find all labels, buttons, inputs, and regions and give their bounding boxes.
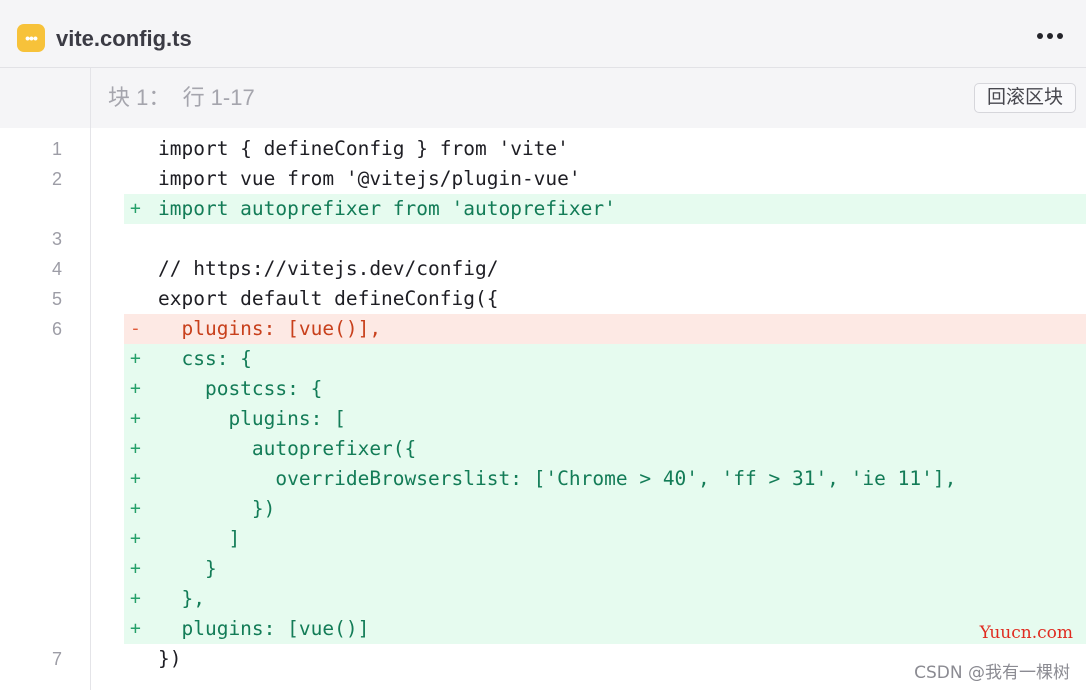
file-header: ••• vite.config.ts [0,0,1086,68]
diff-marker: + [130,558,141,579]
hunk-header: 块 1： 行 1-17 回滚区块 [91,68,1086,128]
code-text: import vue from '@vitejs/plugin-vue' [158,167,581,190]
file-name: vite.config.ts [56,26,192,51]
line-number [0,584,62,614]
code-text: plugins: [vue()] [158,617,370,640]
diff-line-added: + } [0,554,1086,584]
line-number: 2 [51,169,62,189]
diff-marker: - [130,318,141,339]
code-text: }, [158,587,205,610]
diff-line-added: + }, [0,584,1086,614]
line-number: 5 [51,289,62,309]
code-text: }) [158,647,182,670]
diff-line-context: 1 import { defineConfig } from 'vite' [0,134,1086,164]
code-text: import { defineConfig } from 'vite' [158,137,569,160]
code-text: export default defineConfig({ [158,287,499,310]
line-number [0,194,62,224]
line-number [0,524,62,554]
author-watermark: CSDN @我有一棵树 [914,663,1070,683]
line-highlight [124,584,1086,614]
code-text: css: { [158,347,252,370]
diff-marker: + [130,198,141,219]
diff-lines: 1 import { defineConfig } from 'vite' 2 imp… [0,134,1086,674]
line-number [0,344,62,374]
diff-line-removed: 6 - plugins: [vue()], [0,314,1086,344]
hunk-label: 块 1： 行 1-17 [108,85,255,110]
line-number: 4 [51,259,62,279]
diff-line-context: 3 [0,224,1086,254]
diff-line-added: + autoprefixer({ [0,434,1086,464]
line-highlight [124,524,1086,554]
diff-marker: + [130,498,141,519]
line-number [0,494,62,524]
diff-line-added: + postcss: { [0,374,1086,404]
diff-line-added: + css: { [0,344,1086,374]
gutter-hunk-band [0,68,90,128]
line-number [0,614,62,644]
line-number: 1 [51,139,62,159]
more-options-icon[interactable] [1030,22,1070,50]
diff-line-added: + plugins: [vue()] [0,614,1086,644]
revert-hunk-button[interactable]: 回滚区块 [973,83,1076,113]
code-text: plugins: [ [158,407,346,430]
code-text: overrideBrowserslist: ['Chrome > 40', 'f… [158,467,957,490]
diff-line-added: + import autoprefixer from 'autoprefixer' [0,194,1086,224]
line-highlight [124,344,1086,374]
diff-marker: + [130,618,141,639]
diff-marker: + [130,438,141,459]
code-text: ] [158,527,241,550]
diff-marker: + [130,468,141,489]
line-number [0,554,62,584]
diff-line-context: 4 // https://vitejs.dev/config/ [0,254,1086,284]
line-number: 3 [51,229,62,249]
diff-line-added: + plugins: [ [0,404,1086,434]
line-number [0,404,62,434]
code-text: postcss: { [158,377,323,400]
code-text: plugins: [vue()], [158,317,382,340]
code-text: autoprefixer({ [158,437,417,460]
diff-line-added: + ] [0,524,1086,554]
line-number [0,464,62,494]
line-highlight [124,224,1086,254]
line-number: 6 [51,319,62,339]
diff-marker: + [130,348,141,369]
ellipsis-file-icon: ••• [17,24,45,52]
code-text: // https://vitejs.dev/config/ [158,257,499,280]
line-highlight [124,554,1086,584]
diff-line-context: 2 import vue from '@vitejs/plugin-vue' [0,164,1086,194]
diff-marker: + [130,588,141,609]
diff-marker: + [130,408,141,429]
diff-line-added: + overrideBrowserslist: ['Chrome > 40', … [0,464,1086,494]
line-number [0,434,62,464]
code-text: }) [158,497,276,520]
diff-line-context: 5 export default defineConfig({ [0,284,1086,314]
code-text: } [158,557,217,580]
diff-marker: + [130,528,141,549]
line-number [0,374,62,404]
site-watermark: Yuucn.com [979,623,1073,643]
diff-line-added: + }) [0,494,1086,524]
line-number: 7 [51,649,62,669]
code-text: import autoprefixer from 'autoprefixer' [158,197,616,220]
diff-marker: + [130,378,141,399]
